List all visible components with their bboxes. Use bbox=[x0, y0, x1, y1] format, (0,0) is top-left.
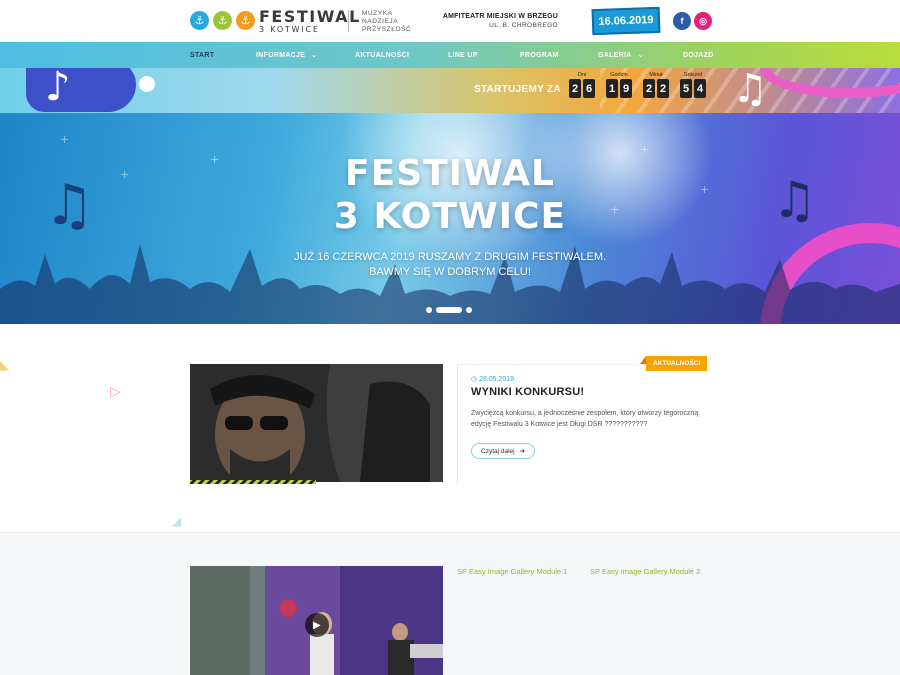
countdown-unit-label: Sekund bbox=[683, 72, 703, 78]
news-image[interactable] bbox=[190, 364, 443, 482]
clock-icon: ◷ bbox=[471, 376, 478, 383]
read-more-button[interactable]: Czytaj dalej ➔ bbox=[471, 443, 536, 459]
nav-item-galeria[interactable]: GALERIA ⌄ bbox=[598, 42, 644, 68]
logo[interactable]: FESTIWAL 3 KOTWICE bbox=[259, 9, 361, 35]
nav-item-dojazd[interactable]: DOJAZD bbox=[683, 42, 714, 68]
hero-title-line: 3 KOTWICE bbox=[333, 196, 567, 237]
chevron-down-icon: ⌄ bbox=[311, 51, 318, 59]
triangle-icon: ◣ bbox=[0, 358, 10, 372]
nav-item-program[interactable]: PROGRAM bbox=[520, 42, 559, 68]
news-date: ◷ 28.05.2019 bbox=[471, 375, 514, 383]
hero-subtitle-line: JUŻ 16 CZERWCA 2019 RUSZAMY Z DRUGIM FES… bbox=[293, 251, 607, 263]
gallery-module-link[interactable]: SP Easy Image Gallery Module 1 bbox=[457, 567, 567, 576]
countdown-days: Dni 2 6 bbox=[569, 72, 595, 98]
countdown-hours: Godzin 1 9 bbox=[606, 72, 632, 98]
countdown-unit-label: Minut bbox=[649, 72, 663, 78]
countdown-seconds: Sekund 5 4 bbox=[680, 72, 706, 98]
anchor-icon: ⚓ bbox=[190, 11, 209, 30]
music-note-icon: ♪ bbox=[45, 68, 71, 110]
arrow-right-icon: ➔ bbox=[519, 448, 526, 455]
read-more-label: Czytaj dalej bbox=[481, 447, 515, 455]
countdown-minutes: Minut 2 2 bbox=[643, 72, 669, 98]
news-date-text: 28.05.2019 bbox=[479, 376, 515, 383]
decorative-blob bbox=[26, 68, 136, 112]
countdown-digit: 2 bbox=[643, 79, 655, 98]
nav-item-label: INFORMACJE bbox=[256, 51, 306, 59]
slider-dot-active[interactable] bbox=[436, 307, 462, 313]
anchor-icon: ⚓ bbox=[213, 11, 232, 30]
logo-title: FESTIWAL bbox=[259, 7, 361, 26]
nav-item-informacje[interactable]: INFORMACJE ⌄ bbox=[256, 42, 317, 68]
countdown-label: STARTUJEMY ZA bbox=[474, 84, 561, 95]
chevron-down-icon: ⌄ bbox=[637, 51, 644, 59]
triangle-icon: ◢ bbox=[172, 514, 182, 528]
event-date-badge: 16.06.2019 bbox=[591, 6, 661, 36]
slider-pagination bbox=[426, 307, 472, 313]
page: ⚓ ⚓ ⚓ FESTIWAL 3 KOTWICE MUZYKA NADZIEJA… bbox=[0, 0, 900, 675]
nav-item-label: AKTUALNOŚCI bbox=[355, 51, 410, 59]
main-nav: START INFORMACJE ⌄ AKTUALNOŚCI LINE UP PR… bbox=[0, 42, 900, 68]
nav-item-label: PROGRAM bbox=[520, 51, 559, 59]
nav-item-aktualnosci[interactable]: AKTUALNOŚCI bbox=[355, 42, 409, 68]
facebook-icon[interactable]: f bbox=[673, 12, 691, 30]
countdown-unit-label: Dni bbox=[577, 72, 587, 78]
decorative-dot bbox=[139, 76, 155, 92]
venue-info: AMFITEATR MIEJSKI W BRZEGU UL. B. CHROBR… bbox=[443, 13, 558, 29]
countdown-digit: 9 bbox=[620, 79, 632, 98]
nav-item-label: LINE UP bbox=[448, 51, 478, 59]
tagline-line: PRZYSZŁOŚĆ bbox=[362, 26, 412, 33]
category-badge[interactable]: AKTUALNOŚCI bbox=[646, 356, 708, 371]
nav-item-label: GALERIA bbox=[598, 51, 632, 59]
nav-item-line-up[interactable]: LINE UP bbox=[448, 42, 478, 68]
slider-dot[interactable] bbox=[426, 307, 432, 313]
venue-street: UL. B. CHROBREGO bbox=[489, 22, 558, 29]
venue-name: AMFITEATR MIEJSKI W BRZEGU bbox=[442, 13, 558, 20]
slider-dot[interactable] bbox=[466, 307, 472, 313]
nav-item-label: START bbox=[190, 51, 215, 59]
tagline-line: NADZIEJA bbox=[362, 18, 399, 25]
countdown-banner: ♪ ♫ bbox=[0, 68, 900, 113]
site-header: ⚓ ⚓ ⚓ FESTIWAL 3 KOTWICE MUZYKA NADZIEJA… bbox=[0, 0, 900, 42]
countdown-digit: 6 bbox=[583, 79, 595, 98]
music-notes-icon: ♫ bbox=[732, 68, 768, 112]
play-icon[interactable]: ▶ bbox=[305, 613, 329, 637]
hero-subtitle-line: BAWMY SIĘ W DOBRYM CELU! bbox=[369, 266, 531, 278]
countdown-digit: 1 bbox=[606, 79, 618, 98]
countdown-unit-label: Godzin bbox=[610, 72, 628, 78]
news-excerpt: Zwycięzcą konkursu, a jednocześnie zespo… bbox=[471, 410, 699, 428]
logo-divider bbox=[348, 10, 349, 32]
countdown-digit: 4 bbox=[694, 79, 706, 98]
hero-title-line: FESTIWAL bbox=[345, 153, 555, 194]
artist-photo bbox=[190, 364, 443, 482]
gallery-module-link[interactable]: SP Easy Image Gallery Module 2 bbox=[590, 567, 700, 576]
countdown-digit: 2 bbox=[657, 79, 669, 98]
logo-icons[interactable]: ⚓ ⚓ ⚓ bbox=[190, 11, 255, 30]
decorative-stripe bbox=[190, 480, 316, 484]
anchor-icon: ⚓ bbox=[236, 11, 255, 30]
nav-item-label: DOJAZD bbox=[683, 51, 714, 59]
countdown-digit: 2 bbox=[569, 79, 581, 98]
nav-item-start[interactable]: START bbox=[190, 42, 214, 68]
countdown-digit: 5 bbox=[680, 79, 692, 98]
triangle-icon: ▷ bbox=[110, 384, 121, 400]
plus-icon: + bbox=[60, 133, 70, 146]
news-title[interactable]: WYNIKI KONKURSU! bbox=[471, 386, 584, 398]
media-section bbox=[0, 532, 900, 675]
logo-subtitle: 3 KOTWICE bbox=[259, 25, 320, 34]
tagline: MUZYKA NADZIEJA PRZYSZŁOŚĆ bbox=[362, 10, 411, 34]
tagline-line: MUZYKA bbox=[362, 10, 393, 17]
instagram-icon[interactable]: ◎ bbox=[694, 12, 712, 30]
